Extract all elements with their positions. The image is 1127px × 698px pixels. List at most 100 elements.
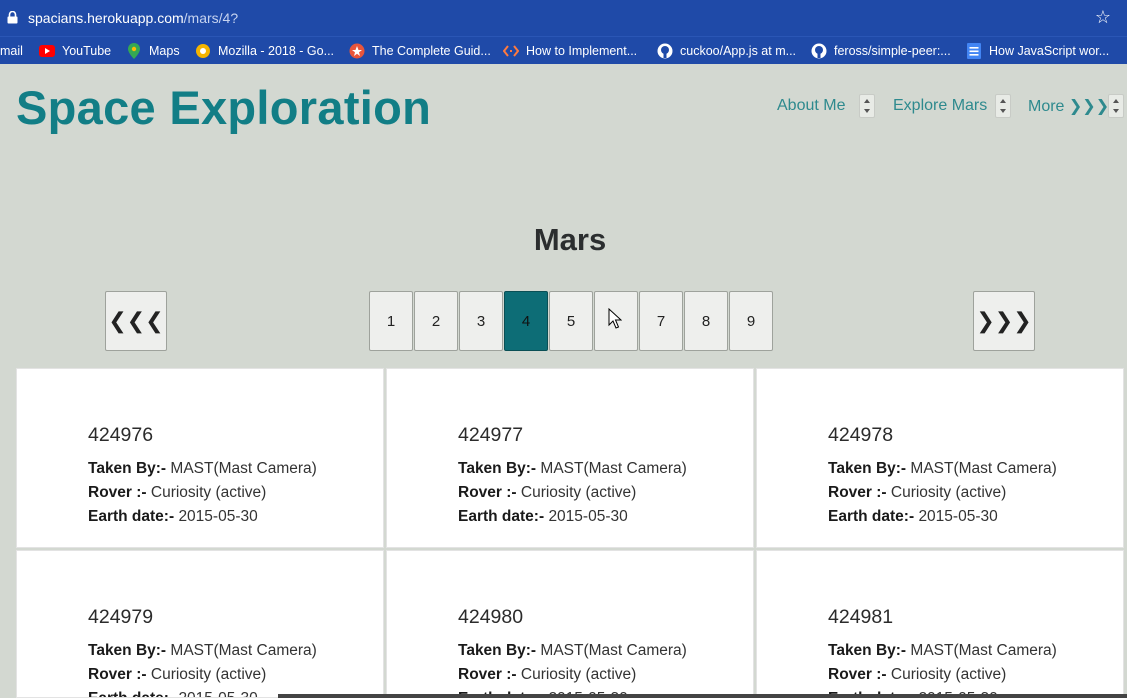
nav-about-me[interactable]: About Me [777,93,845,119]
url-path: /mars/4? [183,10,239,26]
photo-id: 424981 [828,606,894,628]
lock-icon [7,11,18,24]
taken-by-label: Taken By:- [88,460,167,477]
camera-value: MAST(Mast Camera) [540,460,687,477]
doc-icon [966,43,982,59]
site-title[interactable]: Space Exploration [16,80,431,135]
photo-card[interactable]: 424979 Taken By:- MAST(Mast Camera) Rove… [16,550,384,698]
url-text[interactable]: spacians.herokuapp.com/mars/4? [28,10,238,26]
taken-by-label: Taken By:- [88,642,167,659]
earth-date-value: 2015-05-30 [548,508,628,525]
bookmark-label: feross/simple-peer:... [834,44,951,58]
photo-rover: Rover :- Curiosity (active) [458,666,636,684]
page-button-3[interactable]: 3 [459,291,503,351]
bookmark-mozilla[interactable]: Mozilla - 2018 - Go... [195,43,334,59]
rover-label: Rover :- [458,484,517,501]
bookmark-label: YouTube [62,44,112,58]
previous-page-button[interactable]: ❮❮❮ [105,291,167,351]
bookmark-how-javascript[interactable]: How JavaScript wor... [966,43,1109,59]
taken-by-label: Taken By:- [828,642,907,659]
bookmark-how-to-implement[interactable]: How to Implement... [503,43,637,59]
bookmarks-bar: mail YouTube Maps Mozilla - 2018 - Go...… [0,36,1127,64]
bookmark-simple-peer[interactable]: feross/simple-peer:... [811,43,951,59]
rover-value: Curiosity (active) [150,666,267,683]
photo-card[interactable]: 424977 Taken By:- MAST(Mast Camera) Rove… [386,368,754,548]
page-button-4-active[interactable]: 4 [504,291,548,351]
about-me-dropdown-toggle[interactable] [859,94,875,118]
rover-value: Curiosity (active) [520,666,637,683]
explore-mars-dropdown-toggle[interactable] [995,94,1011,118]
camera-value: MAST(Mast Camera) [910,642,1057,659]
bookmark-maps[interactable]: Maps [126,43,180,59]
browser-address-bar[interactable]: spacians.herokuapp.com/mars/4? ☆ [0,0,1127,36]
bookmark-complete-guide[interactable]: The Complete Guid... [349,43,491,59]
rover-label: Rover :- [828,666,887,683]
photo-card[interactable]: 424981 Taken By:- MAST(Mast Camera) Rove… [756,550,1124,698]
more-dropdown-toggle[interactable] [1108,94,1124,118]
page-button-5[interactable]: 5 [549,291,593,351]
bookmark-star-icon[interactable]: ☆ [1095,7,1111,27]
camera-value: MAST(Mast Camera) [170,642,317,659]
photo-camera: Taken By:- MAST(Mast Camera) [828,642,1057,660]
page-title: Mars [533,222,607,257]
photo-earth-date: Earth date:- 2015-05-30 [458,508,628,526]
bookmark-label: How JavaScript wor... [989,44,1110,58]
nav-explore-mars[interactable]: Explore Mars [893,93,987,119]
camera-value: MAST(Mast Camera) [170,460,317,477]
photo-card[interactable]: 424976 Taken By:- MAST(Mast Camera) Rove… [16,368,384,548]
maps-icon [126,43,142,59]
bookmark-label: The Complete Guid... [372,44,491,58]
bookmark-mail[interactable]: mail [0,43,23,59]
photo-id: 424978 [828,424,894,446]
code-icon [503,43,519,59]
youtube-icon [39,43,55,59]
page-button-2[interactable]: 2 [414,291,458,351]
photo-id: 424979 [88,606,154,628]
rover-value: Curiosity (active) [520,484,637,501]
page-button-8[interactable]: 8 [684,291,728,351]
taken-by-label: Taken By:- [828,460,907,477]
bookmark-label: Mozilla - 2018 - Go... [218,44,335,58]
rover-label: Rover :- [828,484,887,501]
page-button-7[interactable]: 7 [639,291,683,351]
nav-about-me-label: About Me [777,97,846,114]
earth-date-value: 2015-05-30 [918,508,998,525]
photo-earth-date: Earth date:- 2015-05-30 [828,508,998,526]
bookmark-youtube[interactable]: YouTube [39,43,111,59]
photo-camera: Taken By:- MAST(Mast Camera) [458,460,687,478]
earth-date-label: Earth date:- [828,508,915,525]
earth-date-label: Earth date:- [88,508,175,525]
photo-card[interactable]: 424980 Taken By:- MAST(Mast Camera) Rove… [386,550,754,698]
nav-more[interactable]: More ❯❯❯ [1028,93,1109,119]
github-icon [811,43,827,59]
url-host: spacians.herokuapp.com [28,10,184,26]
bookmark-label: Maps [149,44,180,58]
photo-id: 424980 [458,606,524,628]
bookmark-label: mail [0,44,23,58]
photo-rover: Rover :- Curiosity (active) [88,666,266,684]
page-button-1[interactable]: 1 [369,291,413,351]
camera-value: MAST(Mast Camera) [910,460,1057,477]
taken-by-label: Taken By:- [458,460,537,477]
photo-earth-date: Earth date:- 2015-05-30 [88,690,258,697]
rover-value: Curiosity (active) [890,666,1007,683]
pagination: 1 2 3 4 5 7 8 9 [369,291,774,351]
bookmark-cuckoo[interactable]: cuckoo/App.js at m... [657,43,796,59]
earth-date-value: 2015-05-30 [178,690,257,697]
photo-camera: Taken By:- MAST(Mast Camera) [458,642,687,660]
photo-earth-date: Earth date:- 2015-05-30 [88,508,258,526]
nav-more-label: More ❯❯❯ [1028,98,1110,115]
page-button-9[interactable]: 9 [729,291,773,351]
mouse-cursor-icon [608,308,622,329]
rover-label: Rover :- [458,666,517,683]
photo-card[interactable]: 424978 Taken By:- MAST(Mast Camera) Rove… [756,368,1124,548]
camera-value: MAST(Mast Camera) [540,642,687,659]
next-page-button[interactable]: ❯❯❯ [973,291,1035,351]
photo-id: 424976 [88,424,154,446]
photo-rover: Rover :- Curiosity (active) [458,484,636,502]
rover-label: Rover :- [88,484,147,501]
photo-camera: Taken By:- MAST(Mast Camera) [88,460,317,478]
horizontal-scrollbar[interactable] [278,694,1127,698]
earth-date-label: Earth date:- [458,508,545,525]
rover-value: Curiosity (active) [890,484,1007,501]
